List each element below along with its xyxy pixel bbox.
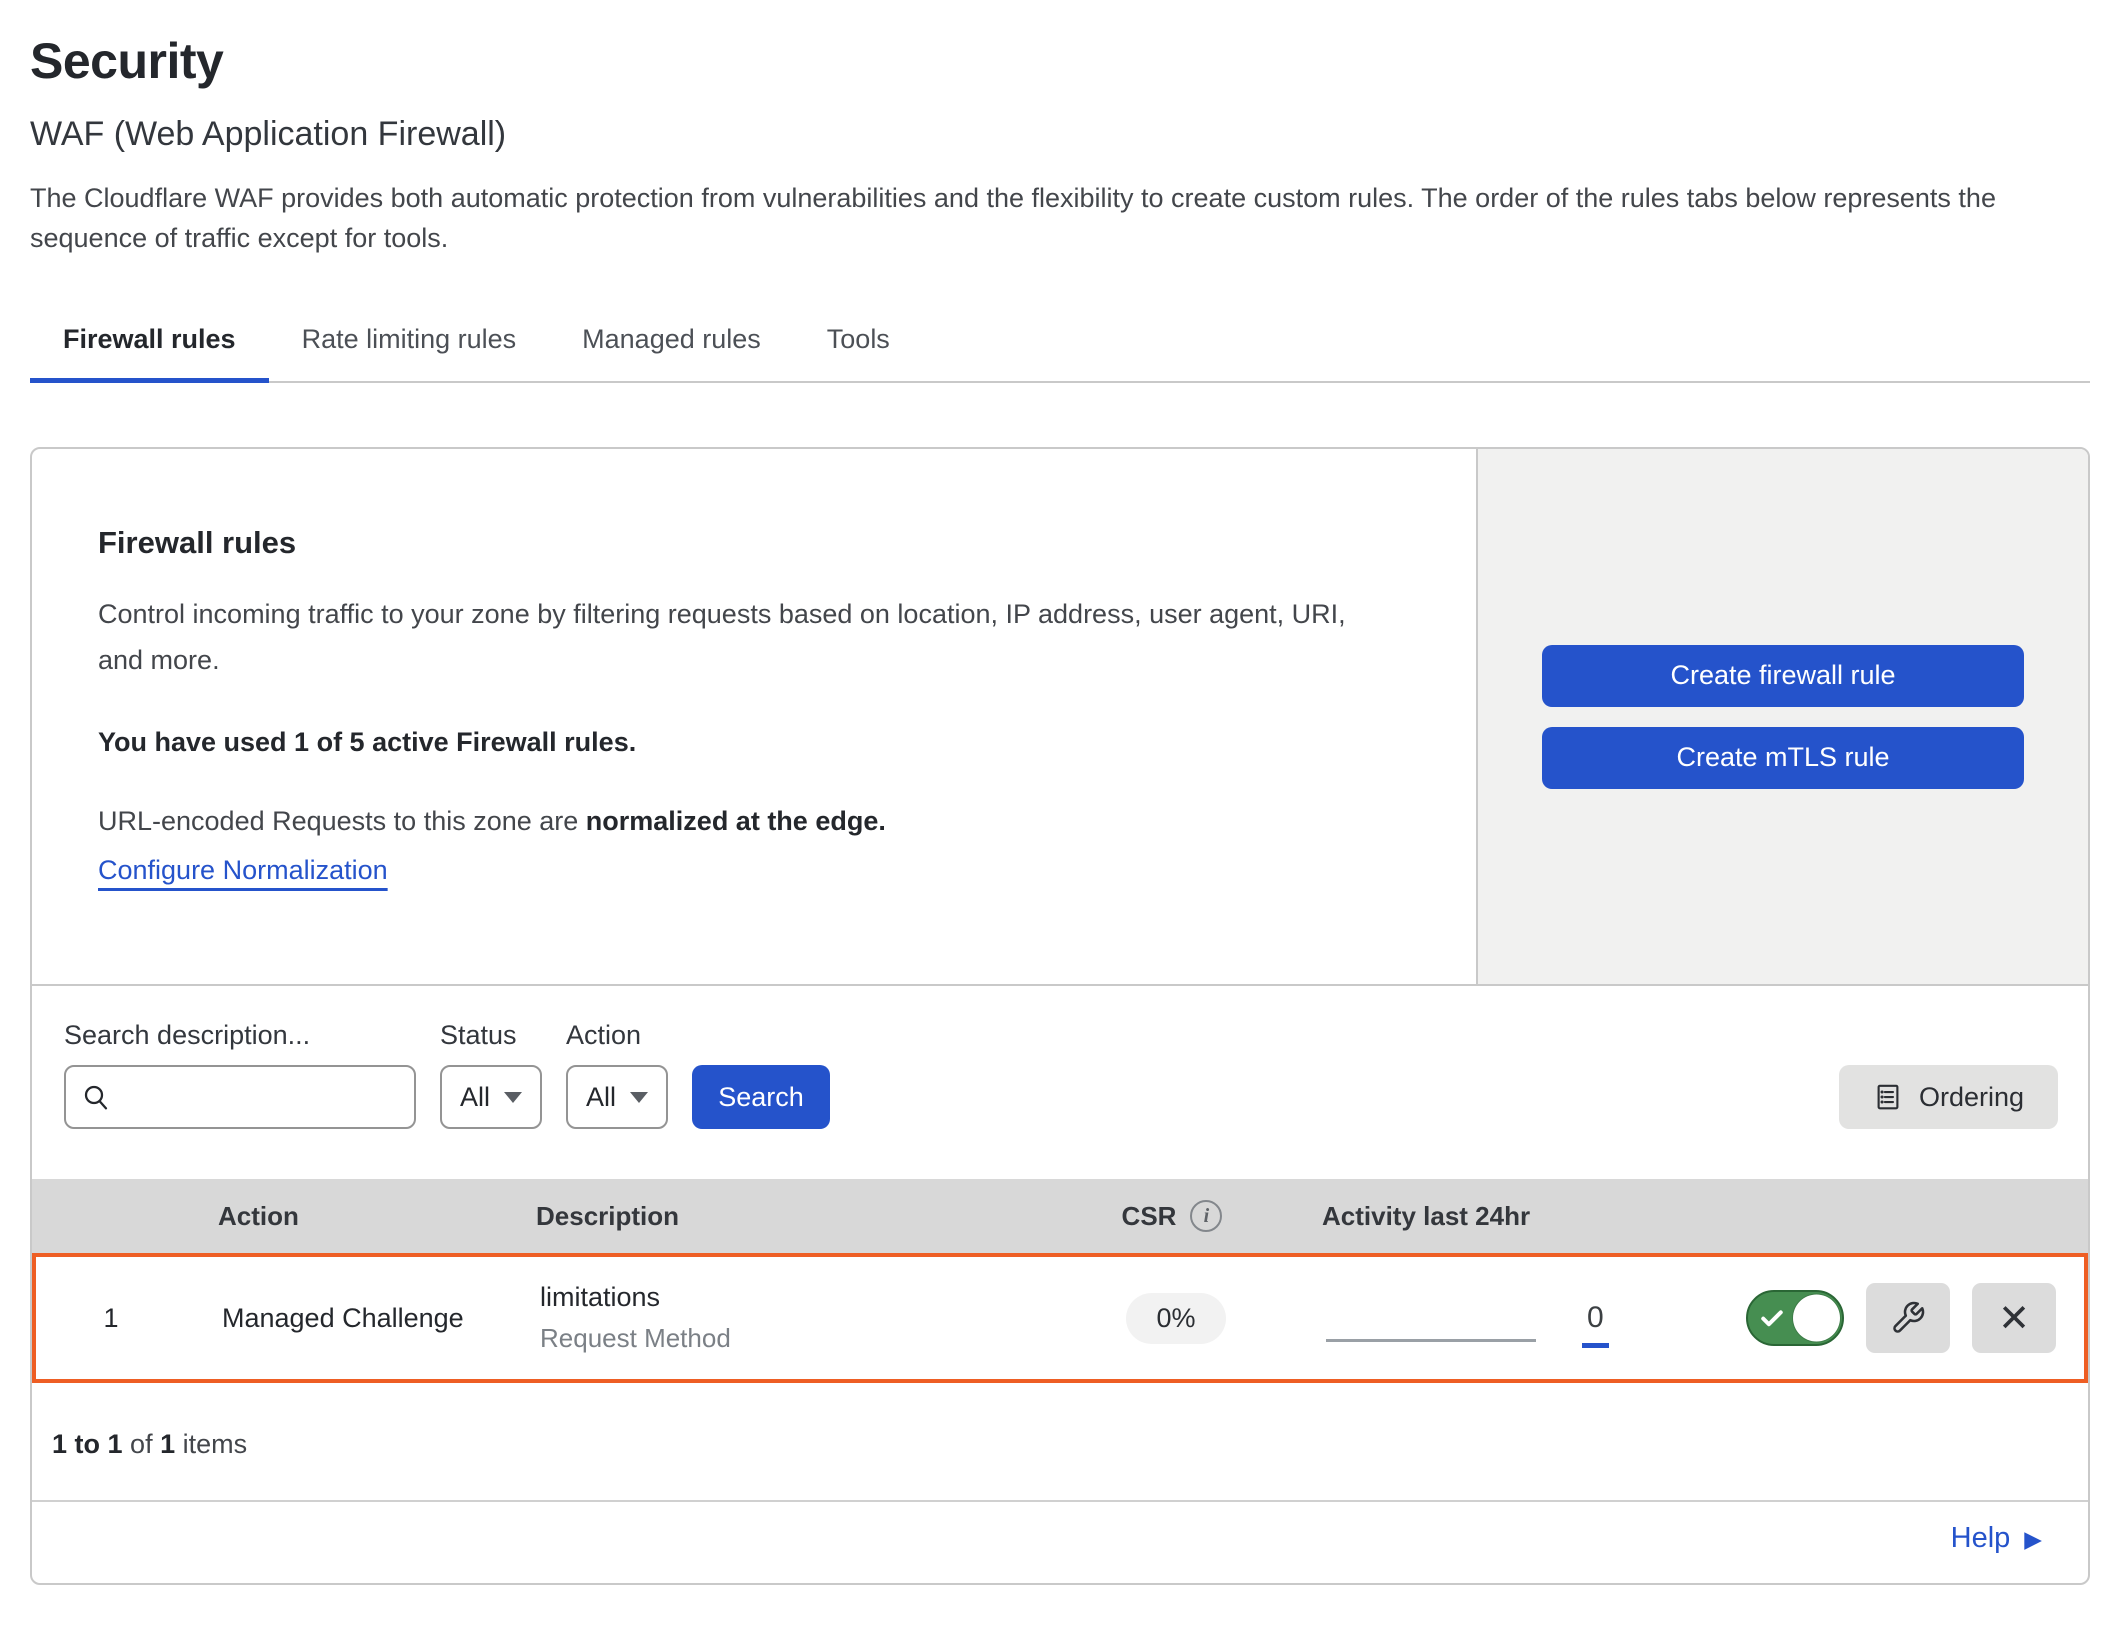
delete-rule-button[interactable]: ✕ (1972, 1283, 2056, 1353)
tab-rate-limiting-rules[interactable]: Rate limiting rules (269, 312, 550, 381)
normalization-bold-text: normalized at the edge. (586, 806, 886, 836)
header-activity: Activity last 24hr (1312, 1201, 1732, 1232)
chevron-down-icon (630, 1092, 648, 1103)
help-link[interactable]: Help ▶ (1951, 1522, 2042, 1555)
action-selected-value: All (586, 1082, 616, 1113)
info-icon[interactable]: i (1190, 1200, 1222, 1232)
configure-normalization-link[interactable]: Configure Normalization (98, 855, 388, 886)
csr-header-label: CSR (1122, 1201, 1177, 1232)
activity-sparkline (1326, 1339, 1536, 1342)
waf-tabs: Firewall rules Rate limiting rules Manag… (30, 312, 2090, 383)
search-icon (80, 1081, 112, 1113)
table-footer: 1 to 1 of 1 items (32, 1383, 2088, 1502)
close-icon: ✕ (1998, 1299, 2030, 1337)
tab-label: Tools (827, 324, 890, 354)
section-description: Control incoming traffic to your zone by… (98, 591, 1378, 683)
ordering-button-label: Ordering (1919, 1082, 2024, 1113)
normalization-text: URL-encoded Requests to this zone are (98, 806, 586, 836)
help-section: Help ▶ (32, 1502, 2088, 1583)
header-description: Description (512, 1201, 1032, 1232)
status-selected-value: All (460, 1082, 490, 1113)
chevron-down-icon (504, 1092, 522, 1103)
create-mtls-rule-button[interactable]: Create mTLS rule (1542, 727, 2024, 789)
tab-managed-rules[interactable]: Managed rules (549, 312, 794, 381)
firewall-rules-overview: Firewall rules Control incoming traffic … (32, 449, 2088, 984)
create-firewall-rule-button[interactable]: Create firewall rule (1542, 645, 2024, 707)
items-total: 1 (160, 1429, 175, 1459)
action-filter-group: Action All (566, 1020, 668, 1129)
rules-table-header: Action Description CSR i Activity last 2… (32, 1179, 2088, 1253)
ordering-list-icon (1873, 1082, 1903, 1112)
items-range: 1 to 1 (52, 1429, 123, 1459)
rule-expression-summary: Request Method (540, 1323, 1036, 1354)
search-box[interactable] (64, 1065, 416, 1129)
help-label: Help (1951, 1522, 2011, 1555)
wrench-icon (1890, 1300, 1926, 1336)
header-csr: CSR i (1032, 1200, 1312, 1232)
rule-enabled-toggle[interactable] (1746, 1290, 1844, 1346)
ordering-button[interactable]: Ordering (1839, 1065, 2058, 1129)
activity-count-link[interactable]: 0 (1582, 1301, 1609, 1348)
arrow-right-icon: ▶ (2024, 1529, 2042, 1552)
tab-firewall-rules[interactable]: Firewall rules (30, 312, 269, 381)
section-title: Firewall rules (98, 525, 1416, 561)
security-waf-page: Security WAF (Web Application Firewall) … (0, 0, 2114, 1585)
rule-activity-cell: 0 (1316, 1295, 1736, 1342)
firewall-rule-row: 1 Managed Challenge limitations Request … (32, 1253, 2088, 1383)
tab-tools[interactable]: Tools (794, 312, 923, 381)
items-of: of (130, 1429, 153, 1459)
search-input[interactable] (120, 1081, 400, 1114)
firewall-rules-info: Firewall rules Control incoming traffic … (32, 449, 1476, 984)
edit-rule-button[interactable] (1866, 1283, 1950, 1353)
rules-filter-bar: Search description... Status All (32, 984, 2088, 1179)
page-title: Security (30, 34, 2090, 88)
page-subtitle: WAF (Web Application Firewall) (30, 114, 2090, 154)
rule-action: Managed Challenge (186, 1303, 516, 1334)
tab-label: Managed rules (582, 324, 761, 354)
status-select[interactable]: All (440, 1065, 542, 1129)
action-select[interactable]: All (566, 1065, 668, 1129)
search-button[interactable]: Search (692, 1065, 830, 1129)
items-label: items (183, 1429, 248, 1459)
search-label: Search description... (64, 1020, 416, 1051)
tab-label: Rate limiting rules (302, 324, 517, 354)
page-description: The Cloudflare WAF provides both automat… (30, 178, 2090, 258)
rule-description: limitations (540, 1282, 1036, 1313)
search-filter-group: Search description... (64, 1020, 416, 1129)
status-filter-group: Status All (440, 1020, 542, 1129)
check-icon (1757, 1303, 1787, 1333)
action-label: Action (566, 1020, 668, 1051)
rule-csr-cell: 0% (1036, 1293, 1316, 1344)
normalization-note: URL-encoded Requests to this zone are no… (98, 806, 1416, 837)
rule-description-cell: limitations Request Method (516, 1282, 1036, 1354)
csr-badge: 0% (1126, 1293, 1225, 1344)
toggle-knob (1793, 1295, 1840, 1342)
create-rule-actions-panel: Create firewall rule Create mTLS rule (1476, 449, 2088, 984)
rule-priority: 1 (36, 1303, 186, 1334)
firewall-rules-card: Firewall rules Control incoming traffic … (30, 447, 2090, 1585)
rule-controls: ✕ (1736, 1283, 2084, 1353)
header-action: Action (182, 1201, 512, 1232)
usage-summary: You have used 1 of 5 active Firewall rul… (98, 727, 1416, 758)
status-label: Status (440, 1020, 542, 1051)
tab-label: Firewall rules (63, 324, 236, 354)
